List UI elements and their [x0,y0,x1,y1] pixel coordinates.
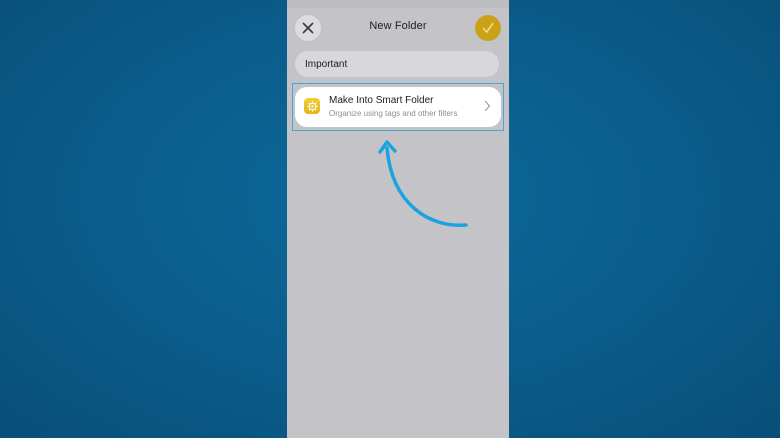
done-button[interactable] [475,15,501,41]
folder-name-field[interactable]: Important [295,51,499,77]
smart-folder-title: Make Into Smart Folder [329,95,434,106]
sheet-edge [287,0,509,8]
smart-folder-row[interactable]: Make Into Smart Folder Organize using ta… [295,87,501,127]
folder-name-value: Important [305,58,348,70]
smart-folder-subtitle: Organize using tags and other filters [329,109,458,118]
phone-screen: New Folder Important [287,0,509,438]
smart-folder-icon-tile [304,98,320,114]
gear-icon [306,100,318,112]
checkmark-icon [482,22,494,33]
chevron-right-icon [484,100,491,112]
